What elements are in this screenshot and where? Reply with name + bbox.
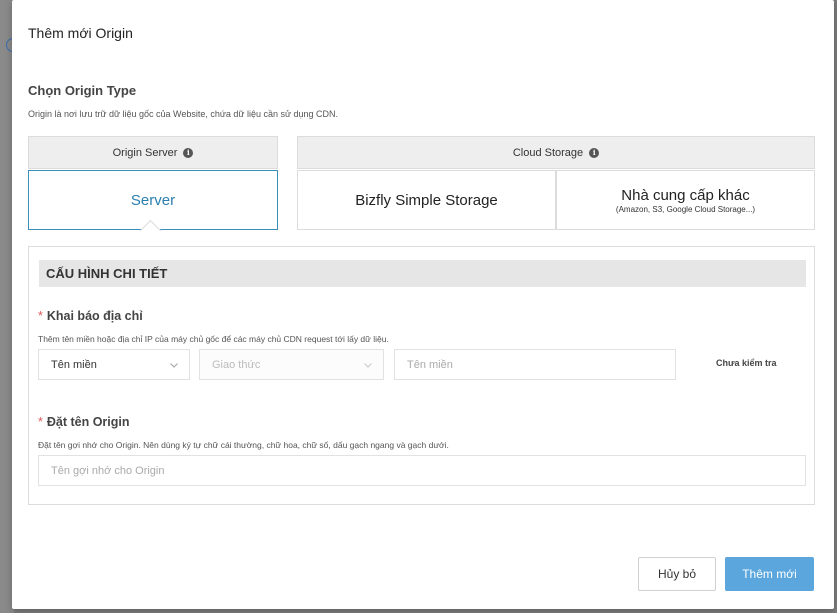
add-origin-modal: Thêm mới Origin Chọn Origin Type Origin … — [12, 0, 834, 609]
origin-name-label: * Đặt tên Origin — [38, 415, 130, 429]
tab-cloud-storage-label: Cloud Storage — [512, 146, 584, 159]
detail-config-panel: CẤU HÌNH CHI TIẾT * Khai báo địa chỉ Thêm… — [28, 246, 815, 505]
option-server-label: Server — [130, 191, 176, 209]
info-icon[interactable]: i — [183, 147, 194, 158]
origin-type-description: Origin là nơi lưu trữ dữ liệu gốc của We… — [28, 109, 339, 119]
address-label-text: Khai báo địa chỉ — [46, 309, 143, 323]
address-label: * Khai báo địa chỉ — [38, 309, 143, 323]
required-marker: * — [38, 415, 43, 429]
option-bizfly-label: Bizfly Simple Storage — [355, 191, 498, 209]
address-type-select[interactable]: Tên miền — [38, 349, 190, 380]
origin-name-label-text: Đặt tên Origin — [46, 415, 130, 429]
option-bizfly-simple-storage[interactable]: Bizfly Simple Storage — [297, 170, 556, 230]
domain-input[interactable]: Tên miền — [394, 349, 676, 380]
protocol-placeholder: Giao thức — [212, 358, 261, 371]
info-icon[interactable]: i — [589, 147, 600, 158]
tab-origin-server-label: Origin Server — [112, 146, 178, 159]
protocol-select[interactable]: Giao thức — [199, 349, 384, 380]
option-other-label: Nhà cung cấp khác — [621, 186, 750, 204]
domain-input-placeholder: Tên miền — [407, 358, 453, 371]
modal-title: Thêm mới Origin — [28, 25, 133, 41]
tab-origin-server[interactable]: Origin Server i — [28, 136, 278, 169]
origin-name-placeholder: Tên gợi nhớ cho Origin — [51, 464, 165, 477]
required-marker: * — [38, 309, 43, 323]
address-type-value: Tên miền — [51, 358, 97, 371]
submit-add-button[interactable]: Thêm mới — [725, 557, 814, 591]
tab-cloud-storage[interactable]: Cloud Storage i — [297, 136, 815, 169]
cancel-button[interactable]: Hủy bỏ — [638, 557, 716, 591]
origin-name-input[interactable]: Tên gợi nhớ cho Origin — [38, 455, 806, 486]
option-other-sublabel: (Amazon, S3, Google Cloud Storage...) — [615, 204, 756, 214]
verification-status: Chưa kiểm tra — [716, 358, 777, 368]
detail-config-header: CẤU HÌNH CHI TIẾT — [39, 260, 806, 287]
option-other-provider[interactable]: Nhà cung cấp khác (Amazon, S3, Google Cl… — [556, 170, 815, 230]
origin-name-hint: Đặt tên gợi nhớ cho Origin. Nên dùng ký … — [38, 440, 449, 450]
chevron-down-icon — [364, 362, 372, 368]
chevron-down-icon — [170, 362, 178, 368]
address-hint: Thêm tên miền hoặc địa chỉ IP của máy ch… — [38, 334, 389, 344]
origin-type-title: Chọn Origin Type — [28, 83, 137, 98]
option-server[interactable]: Server — [28, 170, 278, 230]
